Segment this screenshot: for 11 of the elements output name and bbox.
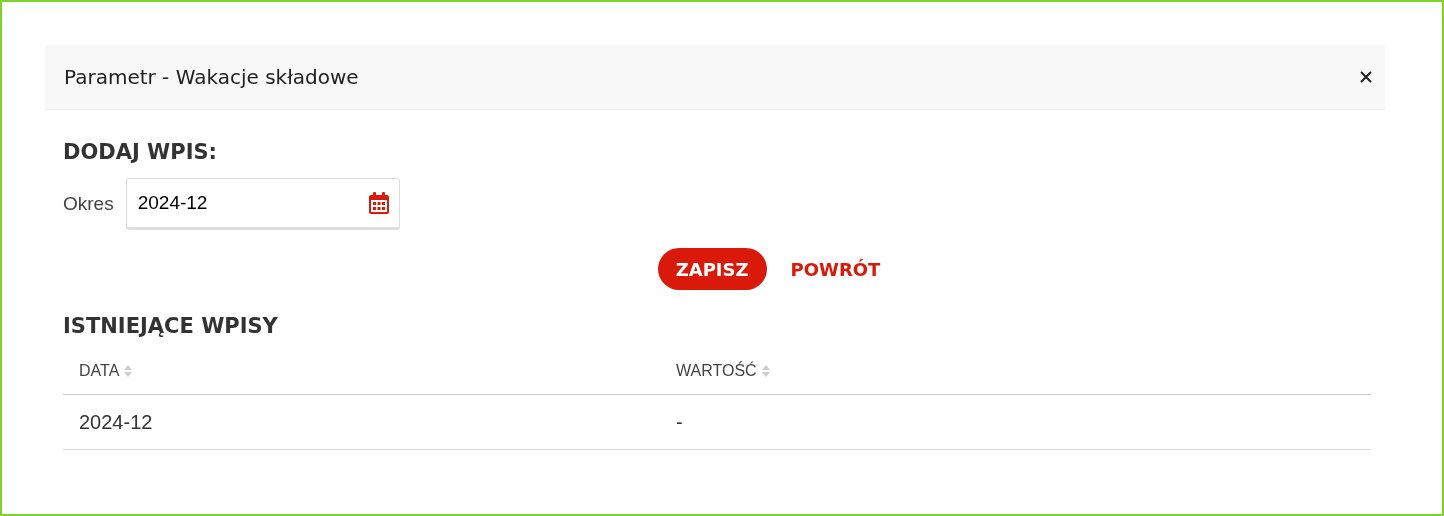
table-cell: 2024-12 (79, 411, 153, 433)
table-cell: - (676, 411, 683, 433)
column-header[interactable]: DATA (79, 362, 120, 380)
date-field[interactable]: 2024-12 (125, 178, 400, 230)
dialog-title: Parametr - Wakacje składowe (64, 65, 359, 89)
column-header[interactable]: WARTOŚĆ (676, 362, 757, 380)
field-label: Okres (63, 193, 114, 215)
save-button[interactable]: ZAPISZ (657, 248, 767, 290)
back-link[interactable]: POWRÓT (774, 248, 897, 290)
section-heading: ISTNIEJĄCE WPISY (63, 314, 279, 338)
section-heading: DODAJ WPIS: (63, 140, 218, 164)
